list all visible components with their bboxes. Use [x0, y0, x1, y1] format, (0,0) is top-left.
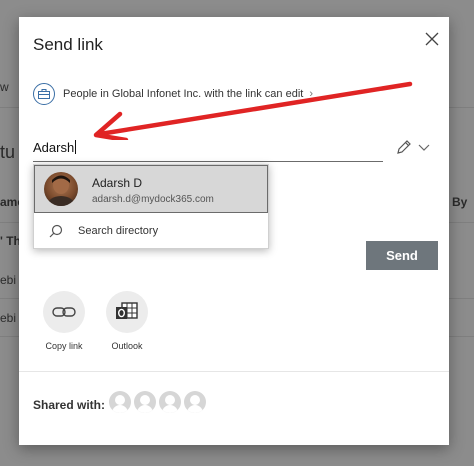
recipient-suggestions-dropdown: Adarsh D adarsh.d@mydock365.com Search d… — [33, 164, 269, 249]
recipient-input-value: Adarsh — [33, 140, 77, 155]
shared-with-label: Shared with: — [33, 398, 106, 412]
search-icon — [49, 224, 63, 238]
search-directory-option[interactable]: Search directory — [34, 215, 268, 247]
copy-link-option[interactable]: Copy link — [36, 291, 92, 351]
send-button[interactable]: Send — [366, 241, 438, 270]
briefcase-icon — [33, 83, 55, 105]
suggestion-adarsh-d[interactable]: Adarsh D adarsh.d@mydock365.com — [34, 165, 268, 213]
chevron-down-icon[interactable] — [417, 140, 431, 154]
recipient-input[interactable]: Adarsh — [33, 135, 383, 162]
shared-with-avatars[interactable] — [109, 391, 209, 413]
suggestion-name: Adarsh D — [92, 176, 143, 190]
section-divider — [19, 371, 449, 372]
suggestion-email: adarsh.d@mydock365.com — [92, 194, 214, 205]
avatar — [109, 391, 131, 413]
chevron-right-icon: › — [309, 88, 313, 100]
bg-fragment: w — [0, 80, 9, 94]
outlook-label: Outlook — [111, 341, 143, 351]
avatar — [134, 391, 156, 413]
bg-fragment: ' Th — [0, 234, 21, 248]
outlook-option[interactable]: Outlook — [99, 291, 155, 351]
dialog-title: Send link — [33, 35, 103, 54]
search-directory-label: Search directory — [78, 225, 159, 237]
avatar — [44, 172, 78, 206]
bg-fragment: ebi — [0, 311, 17, 325]
close-icon[interactable] — [422, 29, 442, 49]
bg-fragment: tu — [0, 142, 16, 162]
link-icon — [52, 307, 76, 317]
copy-link-label: Copy link — [45, 341, 83, 351]
avatar — [159, 391, 181, 413]
bg-fragment: By — [452, 195, 468, 209]
bg-fragment: ebi — [0, 273, 17, 287]
link-permission-setting[interactable]: People in Global Infonet Inc. with the l… — [33, 83, 313, 105]
outlook-icon — [116, 302, 138, 319]
permission-text: People in Global Infonet Inc. with the l… — [63, 88, 304, 100]
pencil-icon[interactable] — [395, 138, 413, 156]
avatar — [184, 391, 206, 413]
